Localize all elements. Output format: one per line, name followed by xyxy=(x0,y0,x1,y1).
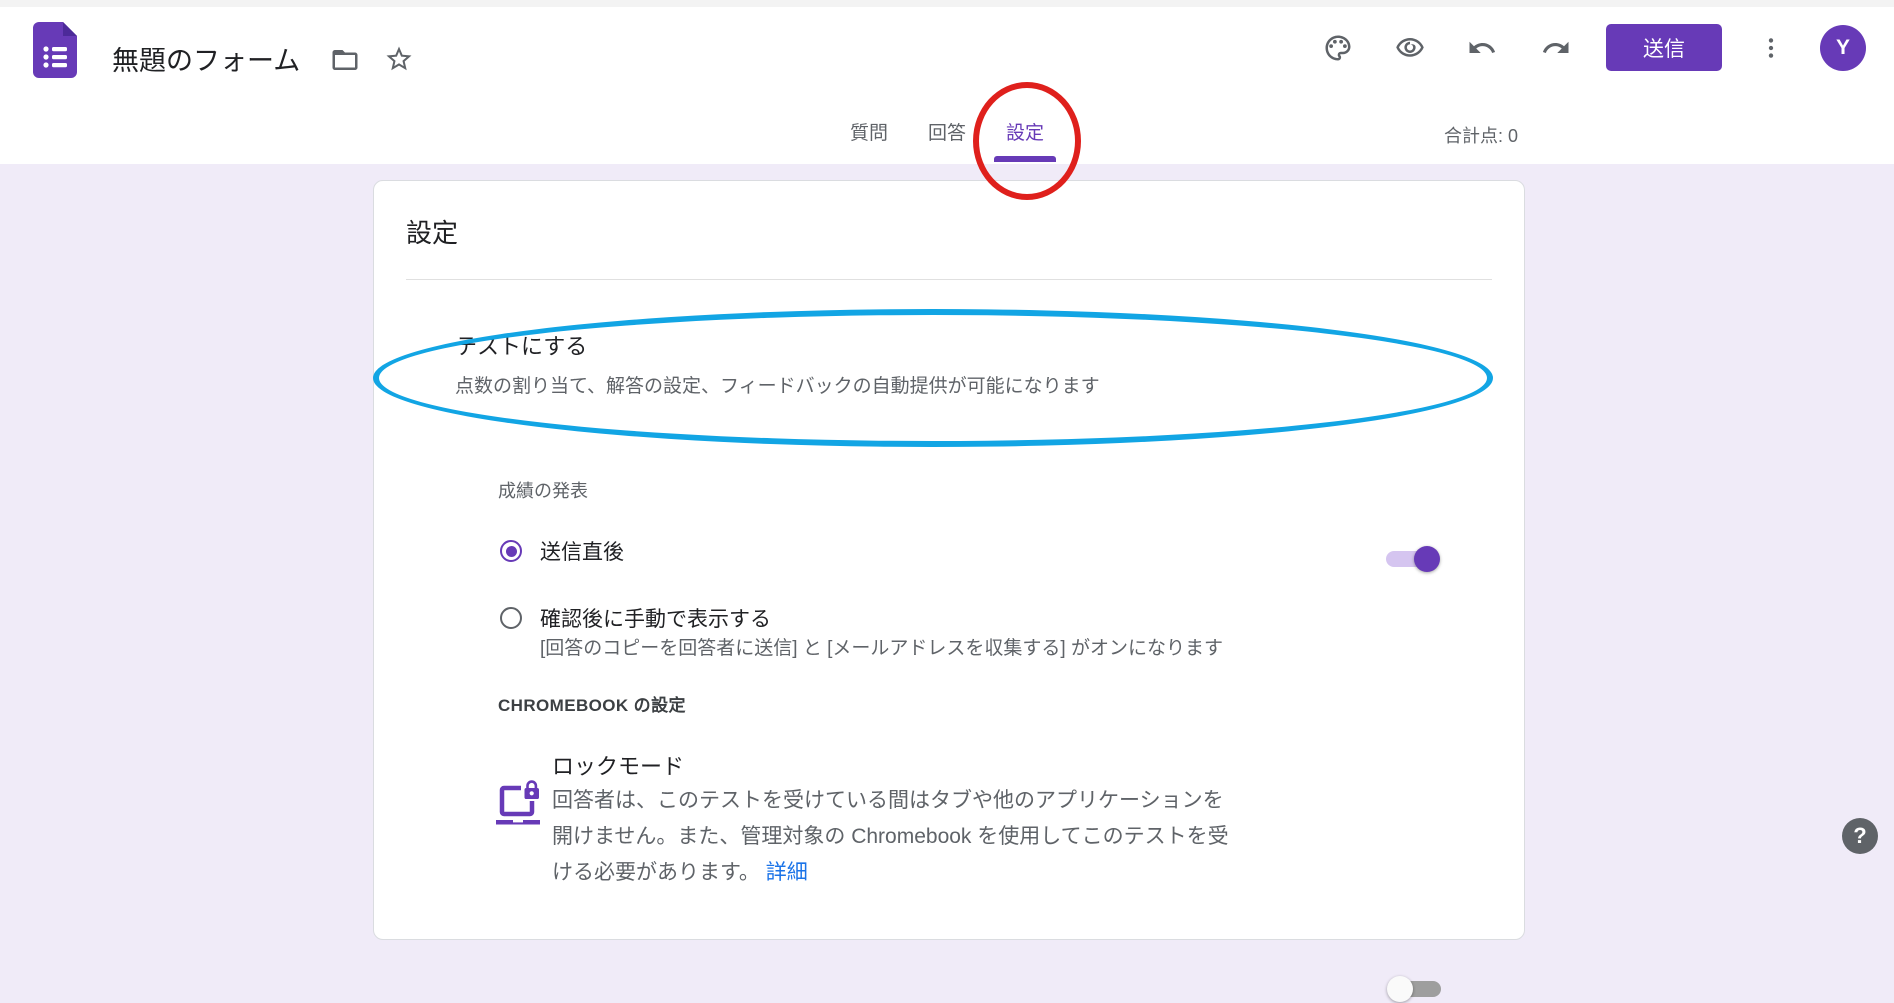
radio-unselected-icon[interactable] xyxy=(500,607,522,629)
lock-mode-description-text: 回答者は、このテストを受けている間はタブや他のアプリケーションを開けません。また… xyxy=(552,789,1229,884)
chromebook-section-label: CHROMEBOOK の設定 xyxy=(498,691,686,716)
theme-palette-icon[interactable] xyxy=(1323,33,1353,63)
radio-option-manual-note: [回答のコピーを回答者に送信] と [メールアドレスを収集する] がオンになりま… xyxy=(540,633,1223,660)
kebab-menu-icon[interactable] xyxy=(1758,33,1784,63)
laptop-lock-icon xyxy=(494,779,542,831)
quiz-toggle-title: テストにする xyxy=(455,329,587,361)
undo-icon[interactable] xyxy=(1467,33,1497,63)
tab-questions-label: 質問 xyxy=(850,123,888,144)
radio-option-manual-label: 確認後に手動で表示する xyxy=(540,603,771,633)
radio-option-immediately-label: 送信直後 xyxy=(540,536,624,566)
tab-questions[interactable]: 質問 xyxy=(830,110,908,164)
app-header: 無題のフォーム 送信 Y 質問 回答 設定 合 xyxy=(0,0,1894,164)
preview-eye-icon[interactable] xyxy=(1395,33,1425,63)
learn-more-link[interactable]: 詳細 xyxy=(766,861,808,884)
window-edge xyxy=(0,0,1894,7)
form-title[interactable]: 無題のフォーム xyxy=(112,44,300,78)
radio-option-immediately[interactable]: 送信直後 xyxy=(500,536,624,566)
grade-release-label: 成績の発表 xyxy=(498,477,588,503)
tab-responses[interactable]: 回答 xyxy=(908,110,986,164)
toggle-knob xyxy=(1414,546,1440,572)
lock-mode-description: 回答者は、このテストを受けている間はタブや他のアプリケーションを開けません。また… xyxy=(552,783,1242,891)
page-title: 設定 xyxy=(406,213,458,250)
settings-card: 設定 テストにする 点数の割り当て、解答の設定、フィードバックの自動提供が可能に… xyxy=(373,180,1525,940)
tab-bar: 質問 回答 設定 xyxy=(0,110,1894,164)
radio-selected-icon[interactable] xyxy=(500,540,522,562)
lock-mode-toggle[interactable] xyxy=(1387,975,1443,1003)
help-icon[interactable]: ? xyxy=(1842,818,1878,854)
toggle-knob xyxy=(1387,976,1413,1002)
quiz-toggle-description: 点数の割り当て、解答の設定、フィードバックの自動提供が可能になります xyxy=(455,371,1100,398)
quiz-toggle[interactable] xyxy=(1384,545,1440,573)
account-avatar[interactable]: Y xyxy=(1820,25,1866,71)
send-button[interactable]: 送信 xyxy=(1606,24,1722,71)
star-icon[interactable] xyxy=(384,44,414,74)
tab-responses-label: 回答 xyxy=(928,123,966,144)
total-points: 合計点: 0 xyxy=(1444,122,1518,148)
tab-settings[interactable]: 設定 xyxy=(986,110,1064,164)
move-to-folder-icon[interactable] xyxy=(330,45,360,75)
active-tab-underline xyxy=(994,156,1056,162)
divider xyxy=(406,279,1492,280)
radio-option-manual[interactable]: 確認後に手動で表示する xyxy=(500,603,771,633)
tab-settings-label: 設定 xyxy=(1006,123,1044,144)
redo-icon[interactable] xyxy=(1541,33,1571,63)
lock-mode-title: ロックモード xyxy=(552,749,684,781)
forms-logo-icon[interactable] xyxy=(33,22,77,78)
